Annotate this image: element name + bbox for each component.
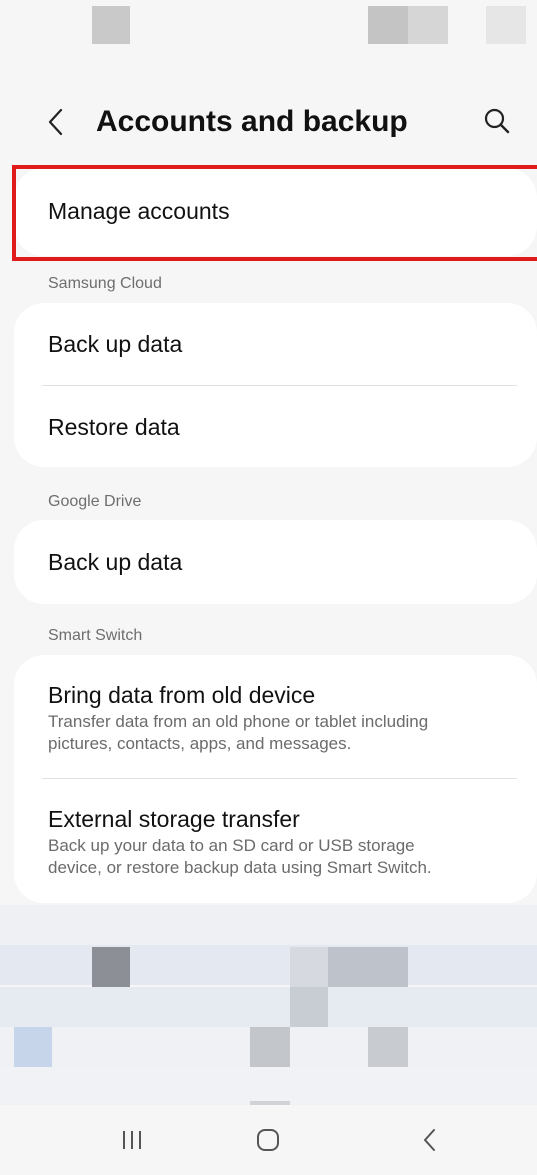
- samsung-cloud-restore-item[interactable]: Restore data: [14, 386, 537, 467]
- pixel-block: [14, 1027, 52, 1067]
- status-icon-blurred: [92, 6, 130, 44]
- pixel-block: [0, 1067, 537, 1105]
- recents-button[interactable]: [92, 1105, 172, 1175]
- item-title: Back up data: [48, 549, 183, 575]
- pixel-block: [290, 987, 328, 1027]
- pixel-block: [328, 947, 408, 987]
- pixel-block: [290, 947, 328, 987]
- external-storage-item[interactable]: External storage transfer Back up your d…: [14, 779, 537, 903]
- pixel-block: [0, 945, 537, 985]
- app-header: Accounts and backup: [0, 90, 537, 154]
- pixelated-region: [0, 905, 537, 1105]
- pixel-block: [368, 1027, 408, 1067]
- google-drive-backup-item[interactable]: Back up data: [14, 520, 537, 604]
- navigation-bar: [0, 1105, 537, 1175]
- chevron-left-icon: [48, 108, 63, 136]
- search-button[interactable]: [474, 98, 520, 144]
- samsung-cloud-card: Back up data Restore data: [14, 303, 537, 467]
- section-label-smart-switch: Smart Switch: [48, 627, 143, 644]
- pixel-block: [0, 987, 537, 1027]
- pixel-block: [92, 947, 130, 987]
- back-button[interactable]: [36, 100, 76, 144]
- highlight-box: [12, 165, 537, 261]
- pixel-block: [250, 1027, 290, 1067]
- item-title: Back up data: [48, 331, 183, 357]
- item-subtitle: Back up your data to an SD card or USB s…: [48, 836, 415, 855]
- google-drive-card: Back up data: [14, 520, 537, 604]
- system-back-button[interactable]: [390, 1105, 470, 1175]
- item-title: External storage transfer: [48, 806, 300, 832]
- item-title: Restore data: [48, 414, 180, 440]
- samsung-cloud-backup-item[interactable]: Back up data: [14, 303, 537, 385]
- page-title: Accounts and backup: [96, 105, 408, 138]
- pixel-block: [0, 905, 537, 945]
- home-icon: [257, 1129, 279, 1151]
- status-icon-blurred: [368, 6, 408, 44]
- back-icon: [424, 1129, 435, 1151]
- item-subtitle: pictures, contacts, apps, and messages.: [48, 734, 352, 753]
- status-icon-blurred: [408, 6, 448, 44]
- status-bar: [0, 0, 537, 60]
- bring-data-item[interactable]: Bring data from old device Transfer data…: [14, 655, 537, 778]
- section-label-google-drive: Google Drive: [48, 493, 142, 510]
- section-label-samsung-cloud: Samsung Cloud: [48, 275, 162, 292]
- item-subtitle: Transfer data from an old phone or table…: [48, 712, 429, 731]
- recents-icon: [123, 1131, 141, 1149]
- status-icon-blurred: [486, 6, 526, 44]
- item-title: Bring data from old device: [48, 682, 316, 708]
- home-button[interactable]: [228, 1105, 308, 1175]
- smart-switch-card: Bring data from old device Transfer data…: [14, 655, 537, 903]
- item-subtitle: device, or restore backup data using Sma…: [48, 858, 432, 877]
- search-icon: [484, 108, 510, 134]
